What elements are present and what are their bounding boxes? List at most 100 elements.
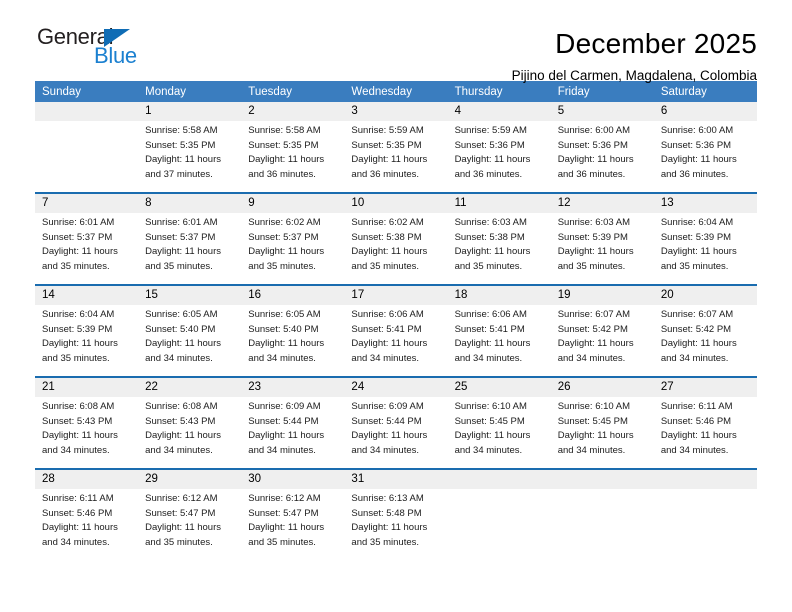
calendar-day-cell[interactable]: 1 Sunrise: 5:58 AM Sunset: 5:35 PM Daylight… <box>138 102 242 193</box>
day-detail-sunrise: Sunrise: 6:00 AM <box>660 125 734 136</box>
day-detail-daylight1: Daylight: 11 hours <box>248 246 325 257</box>
calendar-week-row: 7 Sunrise: 6:01 AM Sunset: 5:37 PM Daylight… <box>35 193 757 285</box>
calendar-day-cell[interactable]: 11 Sunrise: 6:03 AM Sunset: 5:38 PM Dayligh… <box>447 193 551 285</box>
calendar-day-cell[interactable]: 24 Sunrise: 6:09 AM Sunset: 5:44 PM Dayligh… <box>344 377 448 469</box>
day-details: Sunrise: 6:04 AM Sunset: 5:39 PM Daylight:… <box>35 305 138 366</box>
day-detail-daylight1: Daylight: 11 hours <box>351 246 428 257</box>
day-cell-inner: 16 Sunrise: 6:05 AM Sunset: 5:40 PM Dayligh… <box>241 286 345 376</box>
calendar-day-cell[interactable]: 19 Sunrise: 6:07 AM Sunset: 5:42 PM Dayligh… <box>550 285 654 377</box>
calendar-day-cell[interactable]: 2 Sunrise: 5:58 AM Sunset: 5:35 PM Daylight… <box>241 102 345 193</box>
calendar-day-cell[interactable]: 14 Sunrise: 6:04 AM Sunset: 5:39 PM Dayligh… <box>35 285 139 377</box>
day-number: 11 <box>447 194 551 213</box>
day-details: Sunrise: 6:10 AM Sunset: 5:45 PM Daylight:… <box>448 397 551 458</box>
calendar-day-cell[interactable]: 8 Sunrise: 6:01 AM Sunset: 5:37 PM Daylight… <box>138 193 242 285</box>
calendar-day-cell[interactable]: 25 Sunrise: 6:10 AM Sunset: 5:45 PM Dayligh… <box>447 377 551 469</box>
calendar-day-cell[interactable]: 7 Sunrise: 6:01 AM Sunset: 5:37 PM Daylight… <box>35 193 139 285</box>
day-detail-daylight1: Daylight: 11 hours <box>660 246 737 257</box>
calendar-day-cell[interactable]: 17 Sunrise: 6:06 AM Sunset: 5:41 PM Dayligh… <box>344 285 448 377</box>
day-details: Sunrise: 6:09 AM Sunset: 5:44 PM Daylight:… <box>241 397 344 458</box>
calendar-day-cell[interactable]: 26 Sunrise: 6:10 AM Sunset: 5:45 PM Dayligh… <box>550 377 654 469</box>
day-number <box>550 470 654 489</box>
day-number: 6 <box>653 102 757 121</box>
day-detail-sunrise: Sunrise: 6:03 AM <box>454 217 527 228</box>
calendar-day-cell[interactable]: 4 Sunrise: 5:59 AM Sunset: 5:36 PM Daylight… <box>447 102 551 193</box>
day-detail-daylight2: and 34 minutes. <box>557 444 626 456</box>
calendar-day-cell[interactable]: 9 Sunrise: 6:02 AM Sunset: 5:37 PM Daylight… <box>241 193 345 285</box>
calendar-day-cell[interactable]: 15 Sunrise: 6:05 AM Sunset: 5:40 PM Dayligh… <box>138 285 242 377</box>
day-detail-daylight2: and 35 minutes. <box>248 260 316 272</box>
day-detail-sunrise: Sunrise: 6:05 AM <box>248 309 321 320</box>
day-detail-sunset: Sunset: 5:41 PM <box>351 323 422 335</box>
day-detail-sunrise: Sunrise: 6:11 AM <box>42 493 114 504</box>
calendar-day-cell[interactable]: 21 Sunrise: 6:08 AM Sunset: 5:43 PM Dayligh… <box>35 377 139 469</box>
day-cell-inner: 26 Sunrise: 6:10 AM Sunset: 5:45 PM Dayligh… <box>550 378 654 468</box>
day-cell-inner: 25 Sunrise: 6:10 AM Sunset: 5:45 PM Dayligh… <box>447 378 551 468</box>
day-detail-daylight1: Daylight: 11 hours <box>248 430 325 441</box>
day-detail-daylight2: and 34 minutes. <box>145 444 213 456</box>
day-number: 27 <box>653 378 757 397</box>
day-detail-sunrise: Sunrise: 5:59 AM <box>351 125 424 136</box>
day-detail-daylight2: and 35 minutes. <box>351 536 420 548</box>
day-detail-daylight2: and 36 minutes. <box>557 168 626 180</box>
page-header: General Blue December 2025 Pijino del Ca… <box>35 0 757 84</box>
day-detail-sunrise: Sunrise: 6:02 AM <box>351 217 424 228</box>
day-number: 7 <box>35 194 139 213</box>
day-detail-daylight1: Daylight: 11 hours <box>557 246 634 257</box>
day-detail-sunrise: Sunrise: 5:59 AM <box>454 125 527 136</box>
calendar-day-cell[interactable]: 28 Sunrise: 6:11 AM Sunset: 5:46 PM Dayligh… <box>35 469 139 560</box>
day-detail-daylight2: and 36 minutes. <box>660 168 729 180</box>
calendar-day-cell[interactable]: 10 Sunrise: 6:02 AM Sunset: 5:38 PM Dayligh… <box>344 193 448 285</box>
calendar-day-cell[interactable]: 3 Sunrise: 5:59 AM Sunset: 5:35 PM Daylight… <box>344 102 448 193</box>
day-detail-sunset: Sunset: 5:35 PM <box>351 139 422 151</box>
calendar-day-cell[interactable]: 30 Sunrise: 6:12 AM Sunset: 5:47 PM Dayligh… <box>241 469 345 560</box>
calendar-day-cell[interactable]: 29 Sunrise: 6:12 AM Sunset: 5:47 PM Dayligh… <box>138 469 242 560</box>
calendar-day-cell[interactable]: 31 Sunrise: 6:13 AM Sunset: 5:48 PM Dayligh… <box>344 469 448 560</box>
day-detail-daylight1: Daylight: 11 hours <box>660 154 737 165</box>
day-cell-inner: 2 Sunrise: 5:58 AM Sunset: 5:35 PM Daylight… <box>241 102 345 192</box>
calendar-empty-cell <box>653 469 757 560</box>
day-detail-daylight2: and 35 minutes. <box>351 260 420 272</box>
calendar-day-cell[interactable]: 18 Sunrise: 6:06 AM Sunset: 5:41 PM Dayligh… <box>447 285 551 377</box>
day-detail-daylight2: and 34 minutes. <box>42 536 110 548</box>
day-details: Sunrise: 6:10 AM Sunset: 5:45 PM Daylight:… <box>551 397 654 458</box>
day-details: Sunrise: 5:59 AM Sunset: 5:35 PM Daylight:… <box>344 121 447 182</box>
calendar-empty-cell <box>35 102 139 193</box>
calendar-day-cell[interactable]: 27 Sunrise: 6:11 AM Sunset: 5:46 PM Dayligh… <box>653 377 757 469</box>
day-detail-daylight1: Daylight: 11 hours <box>454 154 531 165</box>
day-number: 12 <box>550 194 654 213</box>
calendar-day-cell[interactable]: 6 Sunrise: 6:00 AM Sunset: 5:36 PM Daylight… <box>653 102 757 193</box>
calendar-day-cell[interactable]: 22 Sunrise: 6:08 AM Sunset: 5:43 PM Dayligh… <box>138 377 242 469</box>
day-details: Sunrise: 6:00 AM Sunset: 5:36 PM Daylight:… <box>654 121 757 182</box>
day-detail-daylight2: and 37 minutes. <box>145 168 213 180</box>
calendar-day-cell[interactable]: 16 Sunrise: 6:05 AM Sunset: 5:40 PM Dayligh… <box>241 285 345 377</box>
day-details: Sunrise: 6:01 AM Sunset: 5:37 PM Daylight:… <box>35 213 138 274</box>
day-detail-sunrise: Sunrise: 6:08 AM <box>42 401 115 412</box>
day-detail-sunset: Sunset: 5:37 PM <box>145 231 216 243</box>
day-number: 23 <box>241 378 345 397</box>
calendar-day-cell[interactable]: 5 Sunrise: 6:00 AM Sunset: 5:36 PM Daylight… <box>550 102 654 193</box>
day-details: Sunrise: 6:03 AM Sunset: 5:39 PM Daylight:… <box>551 213 654 274</box>
day-cell-inner: 5 Sunrise: 6:00 AM Sunset: 5:36 PM Daylight… <box>550 102 654 192</box>
day-number <box>447 470 551 489</box>
calendar-day-cell[interactable]: 13 Sunrise: 6:04 AM Sunset: 5:39 PM Dayligh… <box>653 193 757 285</box>
day-details: Sunrise: 6:05 AM Sunset: 5:40 PM Daylight:… <box>241 305 344 366</box>
day-cell-inner: 30 Sunrise: 6:12 AM Sunset: 5:47 PM Dayligh… <box>241 470 345 560</box>
day-cell-inner: 23 Sunrise: 6:09 AM Sunset: 5:44 PM Dayligh… <box>241 378 345 468</box>
calendar-day-cell[interactable]: 20 Sunrise: 6:07 AM Sunset: 5:42 PM Dayligh… <box>653 285 757 377</box>
day-details: Sunrise: 6:02 AM Sunset: 5:37 PM Daylight:… <box>241 213 344 274</box>
day-detail-sunrise: Sunrise: 6:08 AM <box>145 401 218 412</box>
day-detail-sunrise: Sunrise: 6:07 AM <box>660 309 734 320</box>
day-detail-sunset: Sunset: 5:36 PM <box>660 139 732 151</box>
day-number: 16 <box>241 286 345 305</box>
day-detail-sunset: Sunset: 5:40 PM <box>248 323 319 335</box>
calendar-day-cell[interactable]: 23 Sunrise: 6:09 AM Sunset: 5:44 PM Dayligh… <box>241 377 345 469</box>
day-details: Sunrise: 6:04 AM Sunset: 5:39 PM Daylight:… <box>654 213 757 274</box>
day-details: Sunrise: 6:06 AM Sunset: 5:41 PM Daylight:… <box>344 305 447 366</box>
calendar-empty-cell <box>447 469 551 560</box>
day-cell-inner: 3 Sunrise: 5:59 AM Sunset: 5:35 PM Daylight… <box>344 102 448 192</box>
day-detail-sunrise: Sunrise: 5:58 AM <box>248 125 321 136</box>
day-detail-sunset: Sunset: 5:48 PM <box>351 507 422 519</box>
calendar-week-row: 28 Sunrise: 6:11 AM Sunset: 5:46 PM Dayligh… <box>35 469 757 560</box>
calendar-day-cell[interactable]: 12 Sunrise: 6:03 AM Sunset: 5:39 PM Dayligh… <box>550 193 654 285</box>
day-detail-daylight1: Daylight: 11 hours <box>351 154 428 165</box>
